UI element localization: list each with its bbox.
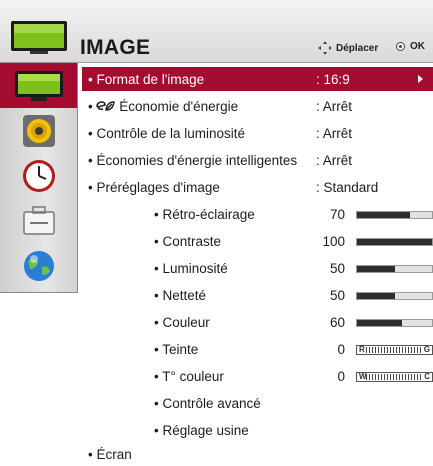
energy-saving-label: • Économie d'énergie: [88, 99, 239, 114]
contrast-label: • Contraste: [154, 234, 222, 249]
menu-item-color[interactable]: • Couleur 60: [82, 310, 433, 334]
tint-right-end: G: [423, 345, 430, 354]
eco-leaf-icon: [96, 101, 116, 111]
screen-label: • Écran: [88, 447, 132, 462]
ok-button-icon: [396, 42, 405, 51]
tv-icon: [11, 21, 67, 54]
sharpness-value: 50: [329, 288, 345, 303]
menu-header: IMAGE Déplacer OK: [0, 0, 433, 63]
globe-network-icon: [23, 250, 54, 281]
smart-energy-label: • Économies d'énergie intelligentes: [88, 153, 298, 168]
ok-hint: OK: [396, 41, 425, 52]
tint-ticks: [366, 347, 422, 353]
contrast-bar[interactable]: [356, 238, 433, 246]
brightness-value: 50: [329, 261, 345, 276]
picture-presets-value: : Standard: [316, 180, 379, 195]
picture-reset-label: • Réglage usine: [154, 423, 249, 438]
tint-slider[interactable]: R G: [356, 345, 433, 355]
smart-energy-value: : Arrêt: [316, 153, 353, 168]
color-bar[interactable]: [356, 319, 433, 327]
brightness-control-label: • Contrôle de la luminosité: [88, 126, 246, 141]
move-hint-label: Déplacer: [336, 42, 379, 54]
brightness-control-value: : Arrêt: [316, 126, 353, 141]
menu-item-tint[interactable]: • Teinte 0 R G: [82, 337, 433, 361]
toolbox-option-icon: [22, 205, 55, 235]
color-temp-right-end: C: [424, 372, 430, 381]
menu-item-sharpness[interactable]: • Netteté 50: [82, 283, 433, 307]
menu-item-color-temperature[interactable]: • T° couleur 0 W C: [82, 364, 433, 388]
sharpness-label: • Netteté: [154, 288, 207, 303]
brightness-label: • Luminosité: [154, 261, 228, 276]
tv-picture-icon: [14, 70, 63, 101]
category-time[interactable]: [0, 153, 77, 198]
brightness-bar[interactable]: [356, 265, 433, 273]
chevron-right-icon: [418, 75, 423, 83]
navigation-arrows-icon: [318, 41, 332, 55]
tint-value: 0: [337, 342, 345, 357]
menu-item-format[interactable]: • Format de l'image : 16:9: [82, 67, 433, 91]
category-sidebar: [0, 63, 78, 293]
format-value: : 16:9: [316, 72, 350, 87]
color-value: 60: [329, 315, 345, 330]
contrast-value: 100: [322, 234, 345, 249]
format-label: • Format de l'image: [88, 72, 205, 87]
page-title: IMAGE: [80, 36, 151, 59]
menu-item-backlight[interactable]: • Rétro-éclairage 70: [82, 202, 433, 226]
category-option[interactable]: [0, 198, 77, 243]
color-temperature-value: 0: [337, 369, 345, 384]
category-picture[interactable]: [0, 63, 77, 108]
menu-item-contrast[interactable]: • Contraste 100: [82, 229, 433, 253]
sharpness-bar[interactable]: [356, 292, 433, 300]
color-temperature-slider[interactable]: W C: [356, 372, 433, 382]
energy-saving-value: : Arrêt: [316, 99, 353, 114]
clock-time-icon: [22, 159, 55, 192]
backlight-label: • Rétro-éclairage: [154, 207, 255, 222]
backlight-value: 70: [329, 207, 345, 222]
category-audio[interactable]: [0, 108, 77, 153]
menu-item-brightness[interactable]: • Luminosité 50: [82, 256, 433, 280]
color-temp-ticks: [366, 374, 422, 380]
color-label: • Couleur: [154, 315, 210, 330]
color-temperature-label: • T° couleur: [154, 369, 224, 384]
category-network[interactable]: [0, 243, 77, 288]
speaker-audio-icon: [22, 114, 55, 147]
backlight-bar[interactable]: [356, 211, 433, 219]
ok-hint-label: OK: [410, 41, 425, 52]
move-hint: Déplacer: [318, 41, 378, 55]
picture-presets-label: • Préréglages d'image: [88, 180, 220, 195]
tint-label: • Teinte: [154, 342, 199, 357]
advanced-control-label: • Contrôle avancé: [154, 396, 261, 411]
tint-left-end: R: [359, 345, 365, 354]
